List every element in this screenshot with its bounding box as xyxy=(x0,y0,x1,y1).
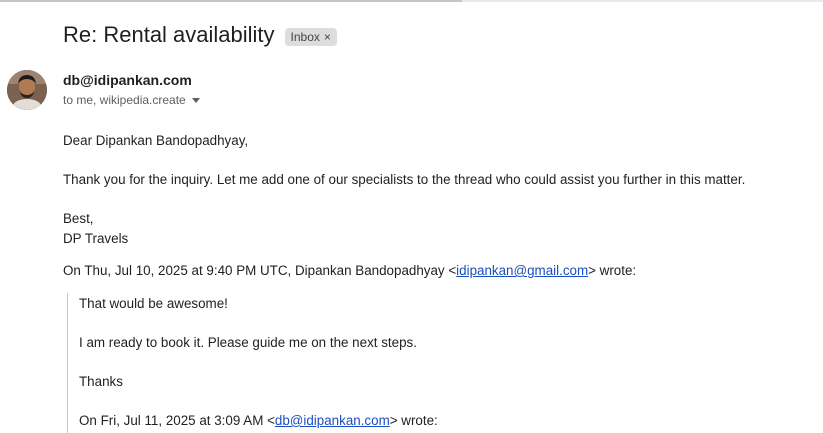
quote-header-prefix: On Thu, Jul 10, 2025 at 9:40 PM UTC, Dip… xyxy=(63,263,457,278)
quote-divider xyxy=(67,293,68,433)
sender-address: db@idipankan.com xyxy=(63,72,192,88)
top-progress-fill xyxy=(0,0,462,2)
recipients-row: to me, wikipedia.create xyxy=(63,93,200,107)
remove-label-icon[interactable]: × xyxy=(324,30,331,44)
show-details-chevron-down-icon[interactable] xyxy=(191,98,200,103)
quoted-line-2: I am ready to book it. Please guide me o… xyxy=(79,335,417,350)
nested-quote-email-link[interactable]: db@idipankan.com xyxy=(275,413,390,428)
label-chip-text: Inbox xyxy=(290,29,320,44)
quoted-line-3: Thanks xyxy=(79,374,123,389)
recipients-text: to me, wikipedia.create xyxy=(63,93,186,107)
quote-header: On Thu, Jul 10, 2025 at 9:40 PM UTC, Dip… xyxy=(63,263,636,278)
nested-quote-suffix: > wrote: xyxy=(389,413,438,428)
email-body-line: Thank you for the inquiry. Let me add on… xyxy=(63,172,746,187)
nested-quote-header: On Fri, Jul 11, 2025 at 3:09 AM <db@idip… xyxy=(79,413,438,428)
avatar[interactable] xyxy=(7,70,47,110)
email-greeting: Dear Dipankan Bandopadhyay, xyxy=(63,133,249,148)
quote-header-email-link[interactable]: idipankan@gmail.com xyxy=(456,263,588,278)
email-signature: DP Travels xyxy=(63,231,129,246)
quote-header-suffix: > wrote: xyxy=(588,263,637,278)
email-signoff: Best, xyxy=(63,211,94,226)
nested-quote-prefix: On Fri, Jul 11, 2025 at 3:09 AM < xyxy=(79,413,275,428)
quoted-line-1: That would be awesome! xyxy=(79,296,228,311)
email-subject: Re: Rental availability xyxy=(63,22,275,47)
avatar-photo-icon xyxy=(7,70,47,110)
subject-row: Re: Rental availability Inbox × xyxy=(63,22,337,48)
inbox-label-chip[interactable]: Inbox × xyxy=(284,27,337,46)
